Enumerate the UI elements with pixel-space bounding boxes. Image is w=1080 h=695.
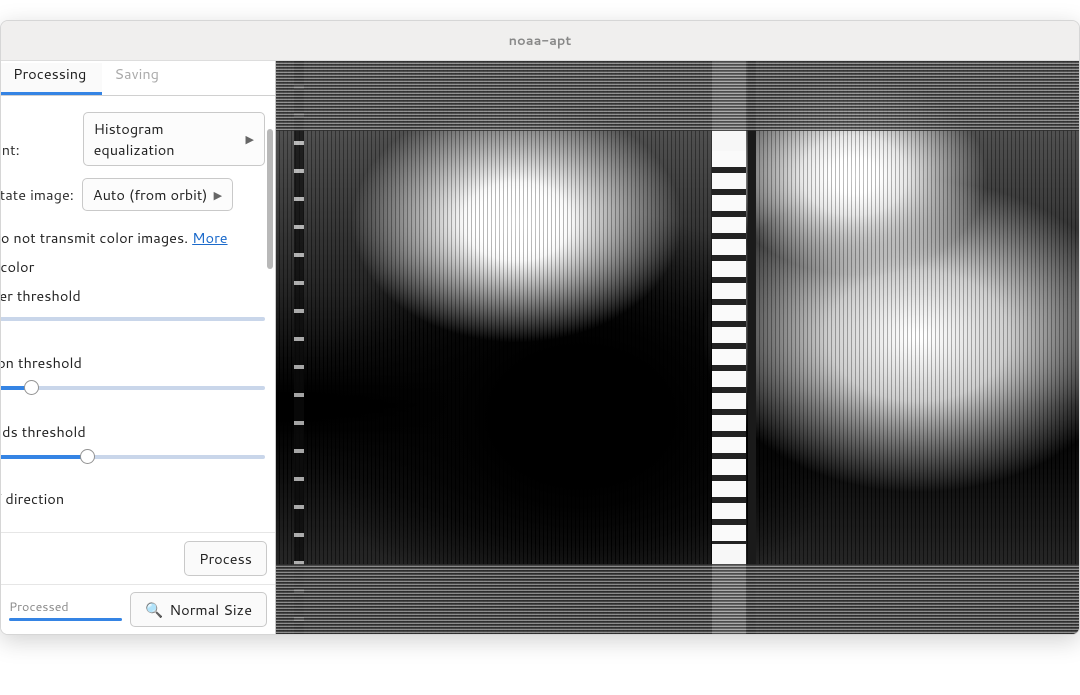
water-threshold-slider[interactable] [1,306,265,330]
more-link[interactable]: More [192,227,227,248]
rotate-row: Rotate image: Auto (from orbit) ▶ [1,178,265,211]
rotate-label: Rotate image: [1,184,74,205]
magnifier-icon: 🔍 [145,599,163,620]
titlebar[interactable]: noaa-apt [1,21,1079,61]
help-text: NOAA satellites do not transmit color im… [1,227,192,248]
window-body: Processing Saving Contrast adjustment: H… [1,61,1079,634]
clouds-slider-block: Clouds threshold [1,421,265,468]
clouds-label: Clouds threshold [1,421,265,442]
sync-ticks-left [294,61,304,634]
tab-processing[interactable]: Processing [1,63,102,95]
noise-band-top [276,61,1079,131]
chevron-right-icon: ▶ [246,131,254,147]
contrast-dropdown[interactable]: Histogram equalization ▶ [83,112,265,166]
false-color-option[interactable]: False color [1,256,265,277]
slider-thumb[interactable] [80,449,95,464]
water-threshold-label: Water threshold [1,285,265,306]
rotate-value: Auto (from orbit) [93,184,208,205]
telemetry-wedges [712,151,746,544]
chevron-right-icon: ▶ [214,187,222,203]
status-footer: Processed 🔍 Normal Size [1,584,275,634]
telemetry-gap [748,61,756,634]
normal-size-button[interactable]: 🔍 Normal Size [130,592,267,627]
vegetation-slider[interactable] [1,375,265,399]
tab-saving[interactable]: Saving [102,63,175,95]
image-viewport[interactable] [276,61,1079,634]
tabs: Processing Saving [1,61,275,96]
contrast-value: Histogram equalization [94,118,240,160]
scrollbar-thumb[interactable] [267,129,273,269]
vegetation-slider-block: Vegetation threshold [1,352,265,399]
noise-band-bottom [276,564,1079,634]
app-window: noaa-apt Processing Saving Contrast adju… [0,20,1080,635]
overlay-section-label: Map overlay / direction [1,488,265,509]
sidebar-scrollbar[interactable] [264,99,275,319]
satellite-image [276,61,1079,634]
process-button[interactable]: Process [184,541,267,576]
slider-thumb[interactable] [24,380,39,395]
rotate-dropdown[interactable]: Auto (from orbit) ▶ [82,178,233,211]
normal-size-label: Normal Size [169,599,252,620]
clouds-slider[interactable] [1,444,265,468]
progress: Processed [9,598,122,621]
progress-bar [9,618,122,621]
vegetation-label: Vegetation threshold [1,352,265,373]
contrast-label: Contrast adjustment: [1,118,75,160]
window-title: noaa-apt [509,32,572,50]
process-footer: Process [1,532,275,584]
sidebar: Processing Saving Contrast adjustment: H… [1,61,276,634]
false-color-help: NOAA satellites do not transmit color im… [1,227,265,248]
contrast-row: Contrast adjustment: Histogram equalizat… [1,112,265,166]
status-text: Processed [9,598,122,616]
processing-panel: Contrast adjustment: Histogram equalizat… [1,96,275,532]
